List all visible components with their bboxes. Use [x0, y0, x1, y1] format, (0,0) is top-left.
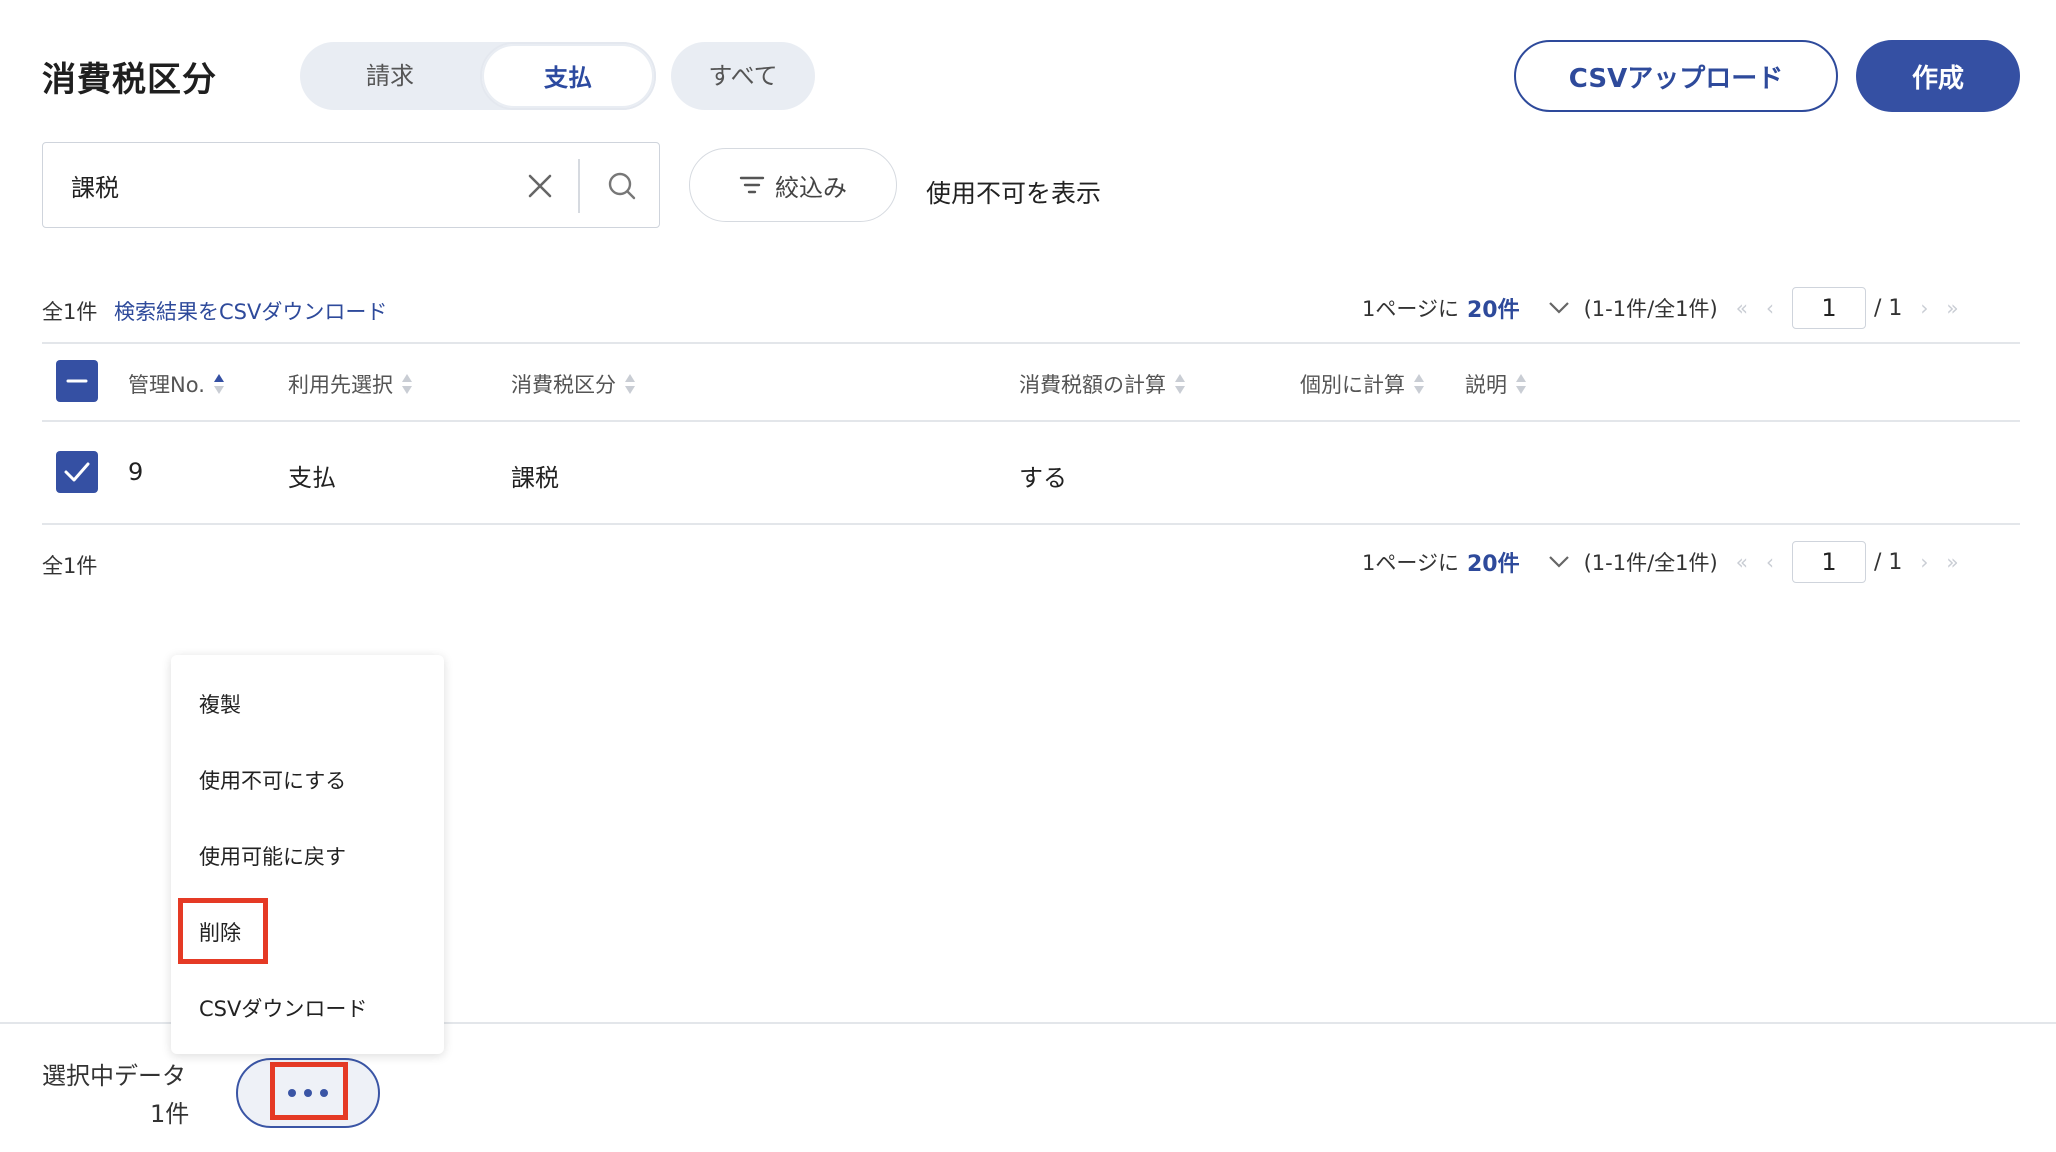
search-icon: [608, 172, 636, 200]
per-page-dropdown[interactable]: [1548, 301, 1570, 315]
menu-item-disable[interactable]: 使用不可にする: [199, 765, 346, 795]
column-header-target[interactable]: 利用先選択: [288, 369, 413, 399]
per-page-prefix: 1ページに: [1362, 297, 1459, 321]
show-disabled-toggle[interactable]: 使用不可を表示: [926, 174, 1101, 210]
selected-data-count: 1件: [150, 1100, 190, 1128]
page-range: (1-1件/全1件): [1583, 297, 1718, 321]
clear-search-button[interactable]: [517, 163, 563, 209]
create-button[interactable]: 作成: [1856, 40, 2020, 112]
first-page-icon[interactable]: «: [1736, 296, 1748, 320]
pagination-bottom: 1ページに 20件 (1-1件/全1件) « ‹ / 1 › »: [1362, 540, 1959, 584]
csv-download-link[interactable]: 検索結果をCSVダウンロード: [114, 296, 387, 326]
filter-label: 絞込み: [775, 173, 847, 202]
check-icon: [64, 462, 90, 482]
menu-item-csv-download[interactable]: CSVダウンロード: [199, 993, 367, 1023]
select-all-checkbox[interactable]: [56, 360, 98, 402]
sort-icon: [402, 374, 412, 394]
last-page-icon[interactable]: »: [1946, 296, 1958, 320]
sort-icon: [1516, 374, 1526, 394]
search-box: [42, 142, 660, 228]
per-page-value[interactable]: 20件: [1467, 292, 1520, 324]
result-count: 全1件: [42, 300, 98, 324]
column-header-description[interactable]: 説明: [1465, 369, 1527, 399]
cell-tax-calc: する: [1019, 464, 1067, 492]
menu-item-duplicate[interactable]: 複製: [199, 689, 241, 719]
search-button[interactable]: [599, 163, 645, 209]
page-number-input[interactable]: [1791, 287, 1866, 329]
search-divider: [578, 159, 580, 213]
next-page-icon[interactable]: ›: [1920, 296, 1928, 320]
cell-tax-category[interactable]: 課税: [511, 458, 559, 493]
pagination-top: 1ページに 20件 (1-1件/全1件) « ‹ / 1 › »: [1362, 286, 1959, 330]
sort-icon: [1175, 374, 1185, 394]
table-header-border: [42, 420, 2020, 422]
csv-upload-button[interactable]: CSVアップロード: [1514, 40, 1838, 112]
column-header-individual[interactable]: 個別に計算: [1300, 369, 1425, 399]
sort-icon: [213, 374, 224, 394]
tab-group: 請求 支払: [300, 42, 656, 110]
last-page-icon[interactable]: »: [1946, 550, 1958, 574]
tab-billing[interactable]: 請求: [300, 42, 480, 110]
chevron-down-icon: [1548, 556, 1569, 568]
tab-payment[interactable]: 支払: [480, 42, 656, 110]
sort-icon: [625, 374, 635, 394]
row-checkbox[interactable]: [56, 451, 98, 493]
delete-item-highlight: [178, 898, 268, 964]
next-page-icon[interactable]: ›: [1920, 550, 1928, 574]
first-page-icon[interactable]: «: [1736, 550, 1748, 574]
minus-icon: [66, 379, 88, 383]
chevron-down-icon: [1548, 302, 1569, 314]
cell-no: 9: [128, 458, 144, 486]
close-icon: [528, 174, 552, 198]
page-range: (1-1件/全1件): [1583, 551, 1718, 575]
page-number-input[interactable]: [1791, 541, 1866, 583]
column-header-no[interactable]: 管理No.: [128, 369, 225, 399]
per-page-dropdown[interactable]: [1548, 555, 1570, 569]
prev-page-icon[interactable]: ‹: [1766, 296, 1774, 320]
search-input[interactable]: [71, 163, 511, 207]
column-header-tax-calc[interactable]: 消費税額の計算: [1019, 369, 1186, 399]
sort-icon: [1414, 374, 1424, 394]
context-menu: 複製 使用不可にする 使用可能に戻す 削除 CSVダウンロード: [171, 655, 444, 1054]
table-bottom-border: [42, 523, 2020, 525]
filter-icon: [739, 176, 765, 194]
table-top-border: [42, 342, 2020, 344]
total-pages: / 1: [1873, 549, 1903, 575]
total-pages: / 1: [1873, 295, 1903, 321]
column-header-tax-category[interactable]: 消費税区分: [511, 369, 636, 399]
per-page-prefix: 1ページに: [1362, 551, 1459, 575]
filter-button[interactable]: 絞込み: [689, 148, 897, 222]
cell-target: 支払: [288, 464, 336, 492]
tab-all[interactable]: すべて: [671, 42, 815, 110]
result-count-bottom: 全1件: [42, 554, 98, 578]
page-title: 消費税区分: [42, 60, 217, 100]
menu-item-enable[interactable]: 使用可能に戻す: [199, 841, 346, 871]
per-page-value[interactable]: 20件: [1467, 546, 1520, 578]
prev-page-icon[interactable]: ‹: [1766, 550, 1774, 574]
selected-data-label: 選択中データ: [42, 1062, 186, 1090]
more-button-highlight: [270, 1062, 348, 1120]
